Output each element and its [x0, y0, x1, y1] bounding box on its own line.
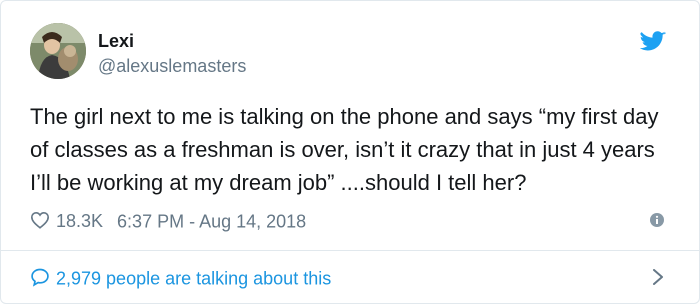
- avatar[interactable]: [30, 23, 86, 79]
- user-names: Lexi @alexuslemasters: [98, 30, 246, 77]
- conversation-link[interactable]: 2,979 people are talking about this: [30, 263, 672, 291]
- user-handle[interactable]: @alexuslemasters: [98, 55, 246, 77]
- info-icon[interactable]: [650, 213, 664, 227]
- tweet-header: Lexi @alexuslemasters: [30, 23, 670, 83]
- tweet-card: Lexi @alexuslemasters The girl next to m…: [0, 0, 700, 304]
- conversation-text[interactable]: 2,979 people are talking about this: [56, 268, 331, 288]
- avatar-photo: [30, 23, 86, 79]
- like-count[interactable]: 18.3K: [56, 211, 103, 231]
- chevron-right-icon[interactable]: [652, 269, 664, 285]
- speech-bubble-icon: [31, 268, 49, 287]
- tweet-meta: 18.3K 6:37 PM - Aug 14, 2018: [30, 206, 672, 234]
- display-name[interactable]: Lexi: [98, 30, 246, 52]
- heart-icon[interactable]: [30, 211, 50, 229]
- tweet-timestamp[interactable]: 6:37 PM - Aug 14, 2018: [117, 211, 306, 231]
- tweet-text: The girl next to me is talking on the ph…: [30, 104, 659, 195]
- twitter-bird-icon[interactable]: [640, 31, 666, 53]
- divider: [1, 250, 699, 251]
